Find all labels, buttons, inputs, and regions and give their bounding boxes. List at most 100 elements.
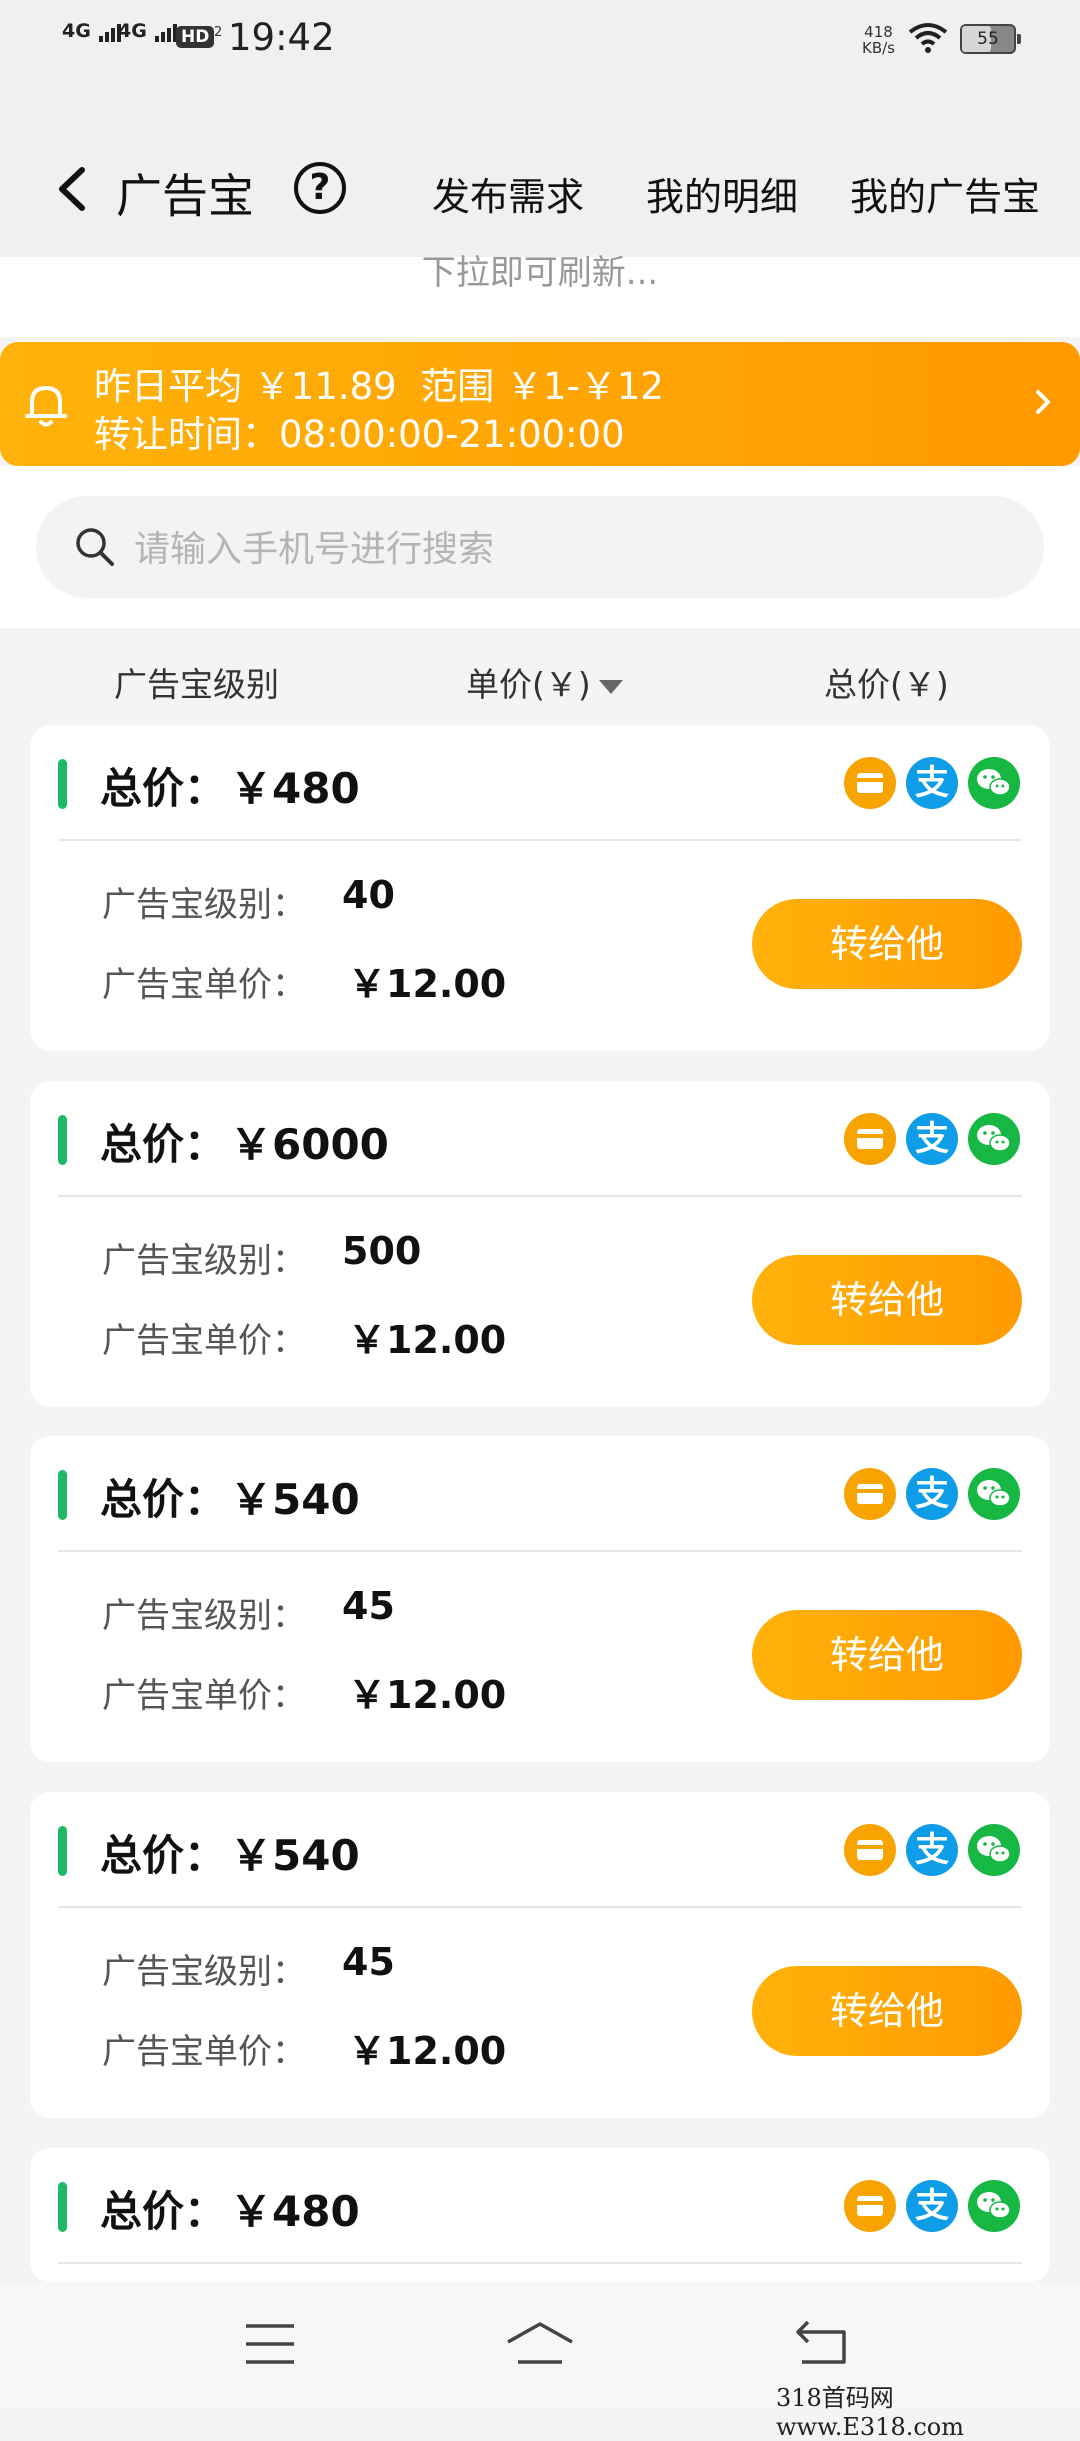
wechat-pay-icon (968, 1468, 1020, 1520)
wechat-bubble-icon (977, 769, 1011, 796)
bell-icon (25, 386, 67, 427)
menu-icon[interactable] (244, 2322, 296, 2366)
total-label: 总价： (100, 2187, 227, 2236)
unit-price-value: ￥12.00 (348, 1318, 507, 1362)
bank-card-icon (844, 1468, 896, 1520)
column-total-price[interactable]: 总价(￥) (824, 658, 949, 706)
card-divider (58, 839, 1022, 841)
signal-sim2: 4G (118, 20, 179, 42)
home-icon[interactable] (504, 2320, 576, 2366)
wechat-bubble-icon (977, 1125, 1011, 1152)
price-info-banner[interactable]: 昨日平均 ￥11.89 范围 ￥1-￥12 转让时间：08:00:00-21:0… (0, 342, 1080, 466)
level-value: 500 (342, 1229, 422, 1273)
column-unit-price-label: 单价(￥) (466, 665, 591, 704)
banner-average-price: 昨日平均 ￥11.89 范围 ￥1-￥12 (94, 365, 664, 408)
nav-my-ads[interactable]: 我的广告宝 (850, 166, 1040, 221)
network-speed: 418 KB/s (862, 24, 895, 56)
card-divider (58, 1906, 1022, 1908)
total-label: 总价： (100, 1831, 227, 1880)
listing-card: 总价： ￥6000 支广告宝级别： 500 广告宝单价： ￥12.00 转给他 (30, 1081, 1050, 1407)
card-accent-bar (58, 1826, 67, 1876)
bank-card-icon (844, 1113, 896, 1165)
unit-price-label: 广告宝单价： (102, 965, 306, 1005)
card-accent-bar (58, 1115, 67, 1165)
wechat-pay-icon (968, 757, 1020, 809)
card-divider (58, 1195, 1022, 1197)
transfer-button[interactable]: 转给他 (752, 1610, 1022, 1700)
level-label: 广告宝级别： (102, 885, 306, 925)
wechat-pay-icon (968, 1113, 1020, 1165)
nav-my-details[interactable]: 我的明细 (646, 166, 798, 221)
listing-card: 总价： ￥540 支广告宝级别： 45 广告宝单价： ￥12.00 转给他 (30, 1436, 1050, 1762)
pull-refresh-hint: 下拉即可刷新... (421, 253, 659, 293)
column-unit-price[interactable]: 单价(￥) (466, 658, 623, 706)
alipay-char: 支 (915, 1830, 949, 1870)
transfer-button[interactable]: 转给他 (752, 1966, 1022, 2056)
card-accent-bar (58, 2182, 67, 2232)
hd-voice-sub: 2 (214, 25, 223, 40)
total-value: ￥480 (230, 764, 360, 813)
card-accent-bar (58, 759, 67, 809)
watermark: 318首码网 www.E318.com (776, 2384, 965, 2441)
nav-publish-demand[interactable]: 发布需求 (432, 166, 584, 221)
level-label: 广告宝级别： (102, 1241, 306, 1281)
clock: 19:42 (228, 16, 335, 59)
network-speed-unit: KB/s (862, 39, 895, 57)
wechat-bubble-icon (977, 2192, 1011, 2219)
unit-price-value: ￥12.00 (348, 1673, 507, 1717)
total-value: ￥480 (230, 2187, 360, 2236)
listing-card: 总价： ￥480 支广告宝级别： 40 广告宝单价： ￥12.00 转给他 (30, 725, 1050, 1051)
hd-voice-icon: HD (176, 26, 215, 48)
column-level[interactable]: 广告宝级别 (114, 658, 279, 706)
total-label: 总价： (100, 764, 227, 813)
banner-transfer-time: 转让时间：08:00:00-21:00:00 (94, 413, 625, 456)
level-label: 广告宝级别： (102, 1596, 306, 1636)
alipay-icon: 支 (906, 1824, 958, 1876)
alipay-icon: 支 (906, 757, 958, 809)
battery-icon: 55 (960, 24, 1021, 54)
battery-level: 55 (977, 29, 999, 49)
bank-card-icon (844, 757, 896, 809)
card-divider (58, 1550, 1022, 1552)
wechat-bubble-icon (977, 1480, 1011, 1507)
wechat-pay-icon (968, 2180, 1020, 2232)
alipay-char: 支 (915, 1474, 949, 1514)
wifi-icon (908, 23, 948, 53)
search-section: 请输入手机号进行搜索 (0, 466, 1080, 628)
wechat-pay-icon (968, 1824, 1020, 1876)
transfer-button[interactable]: 转给他 (752, 1255, 1022, 1345)
transfer-button[interactable]: 转给他 (752, 899, 1022, 989)
network-speed-value: 418 (864, 23, 893, 41)
level-value: 40 (342, 873, 395, 917)
alipay-char: 支 (915, 2186, 949, 2226)
unit-price-value: ￥12.00 (348, 962, 507, 1006)
help-icon[interactable]: ? (294, 162, 346, 214)
alipay-icon: 支 (906, 2180, 958, 2232)
chevron-right-icon (1036, 390, 1050, 414)
card-divider (58, 2262, 1022, 2264)
unit-price-label: 广告宝单价： (102, 2032, 306, 2072)
total-value: ￥540 (230, 1475, 360, 1524)
signal-sim2-label: 4G (118, 20, 147, 42)
unit-price-label: 广告宝单价： (102, 1676, 306, 1716)
listing-card: 总价： ￥480 支 (30, 2148, 1050, 2282)
unit-price-value: ￥12.00 (348, 2029, 507, 2073)
signal-sim1: 4G (62, 20, 123, 42)
listing-card: 总价： ￥540 支广告宝级别： 45 广告宝单价： ￥12.00 转给他 (30, 1792, 1050, 2118)
sort-down-icon (598, 679, 623, 694)
back-nav-icon[interactable] (794, 2318, 850, 2368)
level-label: 广告宝级别： (102, 1952, 306, 1992)
alipay-char: 支 (915, 1119, 949, 1159)
total-value: ￥540 (230, 1831, 360, 1880)
page-title: 广告宝 (116, 169, 254, 223)
wechat-bubble-icon (977, 1836, 1011, 1863)
level-value: 45 (342, 1940, 395, 1984)
alipay-icon: 支 (906, 1468, 958, 1520)
level-value: 45 (342, 1584, 395, 1628)
search-input[interactable]: 请输入手机号进行搜索 (36, 496, 1044, 598)
search-icon (76, 528, 114, 566)
search-placeholder: 请输入手机号进行搜索 (134, 529, 495, 570)
signal-sim1-label: 4G (62, 20, 91, 42)
back-icon[interactable] (54, 166, 90, 212)
total-value: ￥6000 (230, 1120, 389, 1169)
